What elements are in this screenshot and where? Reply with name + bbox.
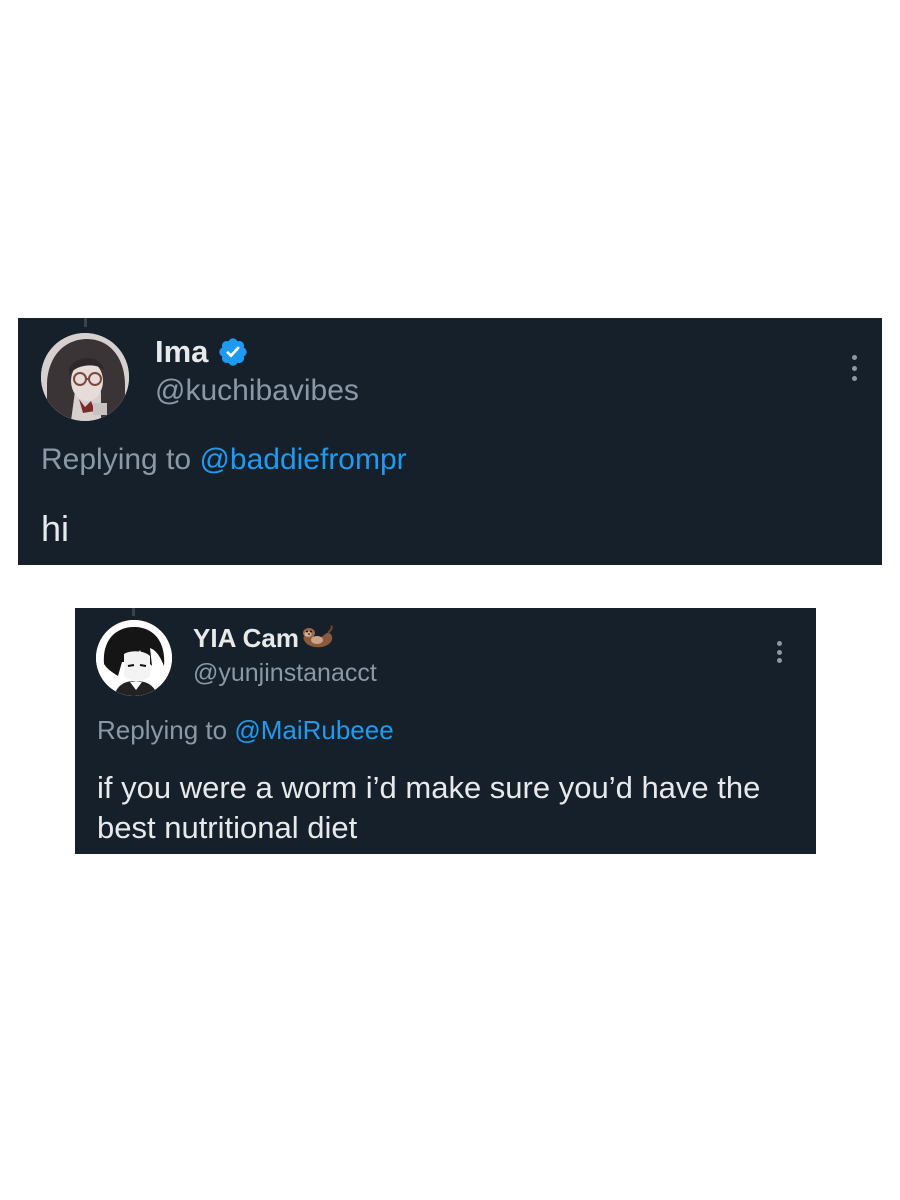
tweet-text: if you were a worm i’d make sure you’d h…: [97, 770, 761, 845]
avatar-manga-icon[interactable]: [96, 620, 172, 696]
display-name[interactable]: YIA Cam: [193, 623, 299, 654]
menu-dot: [851, 355, 857, 360]
replying-to-line: Replying to @baddiefrompr: [41, 443, 407, 477]
more-options-icon[interactable]: [775, 641, 783, 663]
avatar-photo-icon[interactable]: [41, 333, 129, 421]
thread-connector-line: [84, 318, 87, 327]
replying-to-label: Replying to: [97, 715, 228, 745]
display-name-row[interactable]: YIA Cam: [193, 621, 334, 655]
user-handle[interactable]: @kuchibavibes: [155, 374, 359, 408]
verified-badge-icon: [219, 338, 248, 366]
replying-to-mention-link[interactable]: @baddiefrompr: [199, 443, 406, 476]
more-options-icon[interactable]: [850, 355, 858, 381]
menu-dot: [776, 658, 782, 663]
tweet-card[interactable]: Ima @kuchibavibes Replying to @baddiefro…: [18, 318, 882, 565]
user-handle[interactable]: @yunjinstanacct: [193, 659, 377, 688]
replying-to-mention-link[interactable]: @MaiRubeee: [234, 715, 393, 745]
tweet-card[interactable]: YIA Cam @yunjinstanacct Replying to @Mai…: [75, 608, 816, 854]
menu-dot: [776, 641, 782, 646]
replying-to-label: Replying to: [41, 443, 192, 476]
replying-to-line: Replying to @MaiRubeee: [97, 715, 394, 746]
menu-dot: [851, 365, 857, 371]
display-name-row[interactable]: Ima: [155, 333, 249, 371]
menu-dot: [776, 649, 782, 655]
tweet-text: hi: [41, 508, 70, 549]
thread-connector-line: [132, 608, 135, 616]
display-name[interactable]: Ima: [155, 334, 208, 370]
otter-emoji-icon: [302, 625, 333, 648]
menu-dot: [851, 376, 857, 381]
